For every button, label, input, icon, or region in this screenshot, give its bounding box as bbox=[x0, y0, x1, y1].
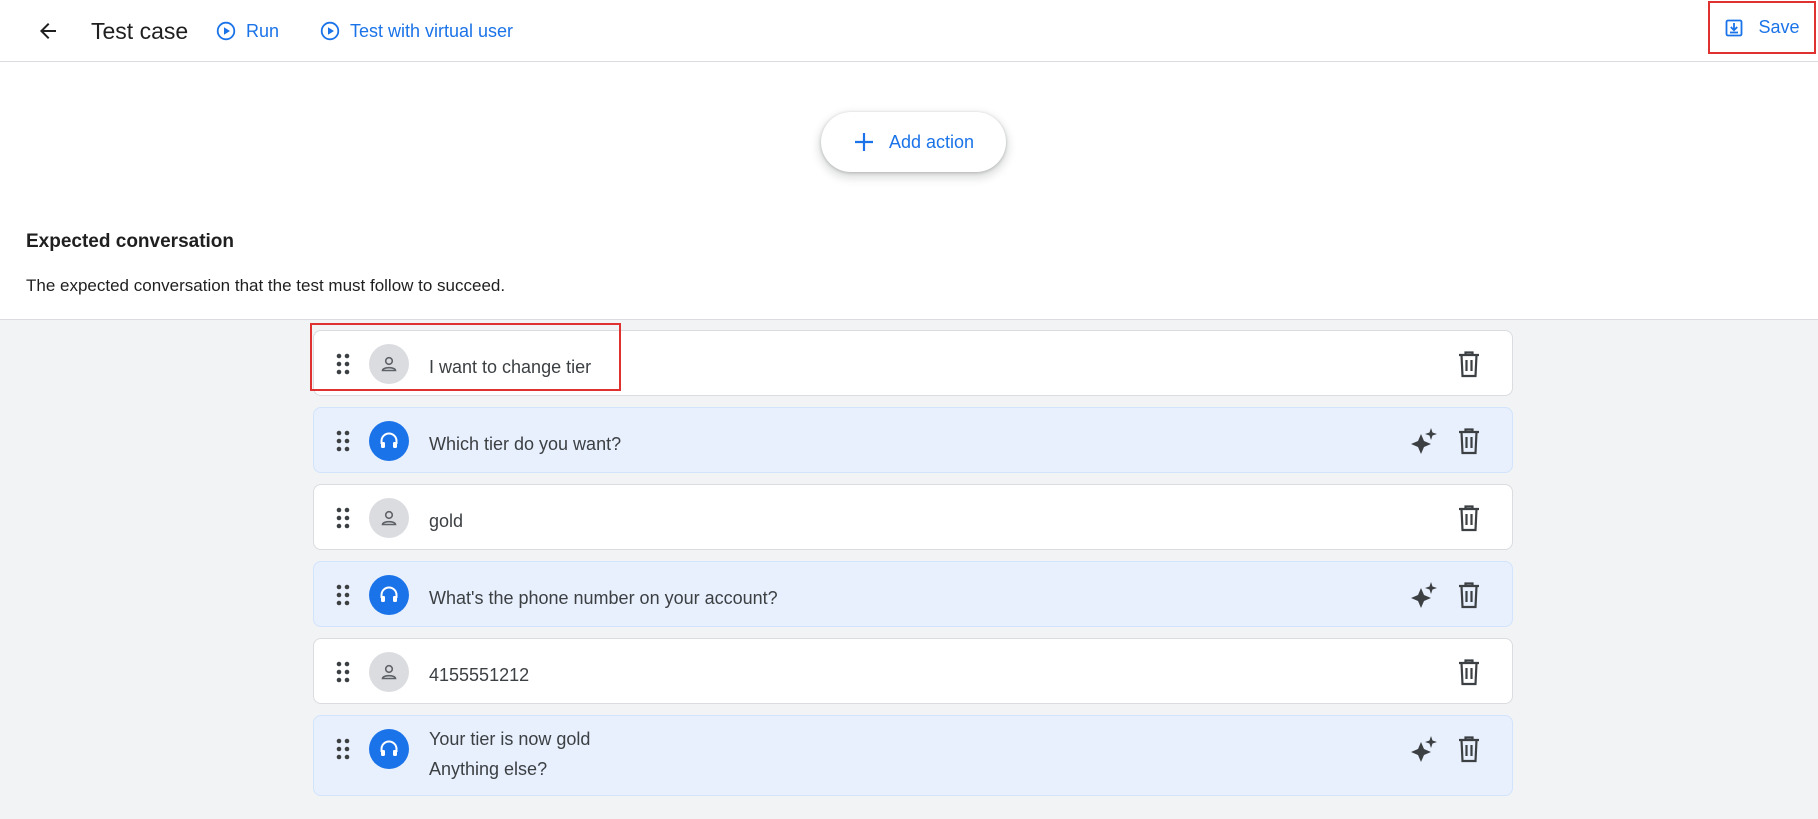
drag-handle-icon[interactable] bbox=[336, 430, 350, 452]
user-avatar bbox=[369, 652, 409, 692]
turn-text: Which tier do you want? bbox=[429, 434, 622, 454]
page-title: Test case bbox=[91, 18, 189, 44]
arrow-back-icon bbox=[40, 23, 56, 39]
turn-text: What's the phone number on your account? bbox=[429, 588, 778, 608]
delete-icon[interactable] bbox=[1457, 581, 1481, 609]
person-icon bbox=[381, 510, 397, 526]
agent-avatar bbox=[369, 421, 409, 461]
turn-text-line: Anything else? bbox=[429, 759, 548, 779]
save-label: Save bbox=[1758, 17, 1800, 37]
play-circle-icon bbox=[216, 21, 236, 41]
delete-icon[interactable] bbox=[1457, 350, 1481, 378]
plus-icon bbox=[854, 133, 873, 151]
delete-icon[interactable] bbox=[1457, 504, 1481, 532]
agent-avatar bbox=[369, 729, 409, 769]
conversation-turn-agent[interactable]: Your tier is now gold Anything else? bbox=[313, 715, 1513, 796]
conversation-turn-user[interactable]: I want to change tier bbox=[313, 330, 1513, 396]
headset-icon bbox=[380, 740, 398, 756]
user-avatar bbox=[369, 498, 409, 538]
virtual-user-label: Test with virtual user bbox=[350, 20, 514, 41]
section-description: The expected conversation that the test … bbox=[26, 276, 506, 295]
conversation-turn-user[interactable]: 4155551212 bbox=[313, 638, 1513, 704]
download-save-icon bbox=[1726, 19, 1743, 36]
user-avatar bbox=[369, 344, 409, 384]
add-action-button[interactable]: Add action bbox=[821, 112, 1006, 172]
delete-icon[interactable] bbox=[1457, 735, 1481, 763]
turn-text-line: Your tier is now gold bbox=[429, 729, 591, 749]
drag-handle-icon[interactable] bbox=[336, 738, 350, 760]
drag-handle-icon[interactable] bbox=[336, 353, 350, 375]
run-button[interactable]: Run bbox=[216, 18, 279, 44]
drag-handle-icon[interactable] bbox=[336, 661, 350, 683]
delete-icon[interactable] bbox=[1457, 658, 1481, 686]
sparkle-icon[interactable] bbox=[1411, 582, 1437, 608]
play-circle-icon bbox=[320, 21, 340, 41]
turn-text: I want to change tier bbox=[429, 357, 592, 377]
conversation-turn-agent[interactable]: Which tier do you want? bbox=[313, 407, 1513, 473]
save-button[interactable]: Save bbox=[1708, 1, 1816, 54]
test-with-virtual-user-button[interactable]: Test with virtual user bbox=[320, 18, 513, 44]
back-button[interactable] bbox=[32, 15, 64, 47]
agent-avatar bbox=[369, 575, 409, 615]
turn-text: Your tier is now gold Anything else? bbox=[429, 724, 590, 784]
drag-handle-icon[interactable] bbox=[336, 507, 350, 529]
run-label: Run bbox=[246, 20, 280, 41]
section-title: Expected conversation bbox=[26, 231, 235, 252]
sparkle-icon[interactable] bbox=[1411, 736, 1437, 762]
add-action-label: Add action bbox=[888, 131, 975, 152]
drag-handle-icon[interactable] bbox=[336, 584, 350, 606]
delete-icon[interactable] bbox=[1457, 427, 1481, 455]
turn-text: gold bbox=[429, 511, 464, 531]
person-icon bbox=[381, 664, 397, 680]
headset-icon bbox=[380, 586, 398, 602]
person-icon bbox=[381, 356, 397, 372]
top-bar: Test case Run Test with virtual user Sav… bbox=[0, 0, 1818, 62]
conversation-turn-user[interactable]: gold bbox=[313, 484, 1513, 550]
sparkle-icon[interactable] bbox=[1411, 428, 1437, 454]
conversation-turn-agent[interactable]: What's the phone number on your account? bbox=[313, 561, 1513, 627]
headset-icon bbox=[380, 432, 398, 448]
turn-text: 4155551212 bbox=[429, 665, 530, 685]
